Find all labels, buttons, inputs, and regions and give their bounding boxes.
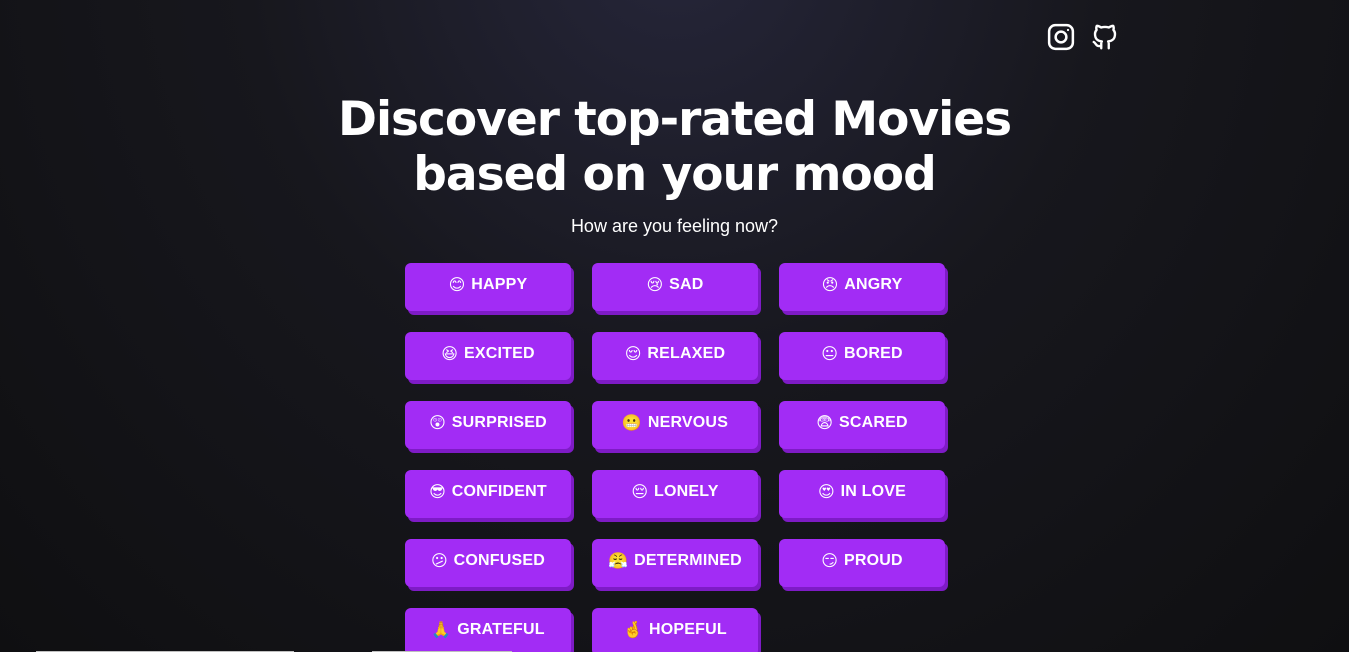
mood-emoji-icon: 🤞 (623, 620, 644, 639)
mood-emoji-icon: 😐 (821, 344, 838, 363)
mood-button-scared[interactable]: 😨 SCARED (779, 401, 945, 449)
mood-emoji-icon: 😊 (448, 275, 466, 294)
mood-label: SURPRISED (451, 414, 547, 431)
instagram-icon (1047, 23, 1075, 51)
mood-emoji-icon: 😬 (621, 413, 642, 432)
mood-label: PROUD (843, 552, 903, 569)
mood-button-determined[interactable]: 😤 DETERMINED (592, 539, 758, 587)
mood-button-grateful[interactable]: 🙏 GRATEFUL (405, 608, 571, 652)
mood-label: IN LOVE (840, 483, 907, 500)
mood-button-nervous[interactable]: 😬 NERVOUS (592, 401, 758, 449)
mood-label: ANGRY (844, 276, 903, 293)
mood-label: NERVOUS (647, 414, 729, 431)
mood-label: HOPEFUL (649, 621, 727, 638)
instagram-link[interactable] (1046, 22, 1076, 52)
mood-label: DETERMINED (634, 552, 742, 569)
mood-label: SCARED (838, 414, 908, 431)
mood-button-happy[interactable]: 😊 HAPPY (405, 263, 571, 311)
mood-emoji-icon: 😕 (430, 551, 448, 570)
mood-button-sad[interactable]: 😢 SAD (592, 263, 758, 311)
mood-emoji-icon: 😌 (624, 344, 642, 363)
mood-emoji-icon: 😆 (441, 344, 458, 363)
mood-emoji-icon: 😤 (608, 551, 629, 570)
mood-button-surprised[interactable]: 😲 SURPRISED (405, 401, 571, 449)
mood-button-excited[interactable]: 😆 EXCITED (405, 332, 571, 380)
mood-emoji-icon: 😍 (817, 482, 835, 501)
mood-label: EXCITED (463, 345, 535, 362)
github-link[interactable] (1090, 22, 1120, 52)
mood-emoji-icon: 😲 (429, 413, 446, 432)
social-links (1046, 22, 1120, 52)
mood-button-in-love[interactable]: 😍 IN LOVE (779, 470, 945, 518)
mood-label: RELAXED (647, 345, 726, 362)
mood-button-lonely[interactable]: 😔 LONELY (592, 470, 758, 518)
mood-label: CONFIDENT (451, 483, 547, 500)
page-title-line-1: Discover top-rated Movies (337, 92, 1012, 147)
mood-button-angry[interactable]: 😠 ANGRY (779, 263, 945, 311)
mood-emoji-icon: 😢 (646, 275, 664, 294)
mood-label: BORED (843, 345, 903, 362)
mood-button-hopeful[interactable]: 🤞 HOPEFUL (592, 608, 758, 652)
mood-button-relaxed[interactable]: 😌 RELAXED (592, 332, 758, 380)
mood-label: LONELY (654, 483, 719, 500)
mood-label: HAPPY (471, 276, 528, 293)
mood-emoji-icon: 😨 (816, 413, 833, 432)
mood-label: GRATEFUL (457, 621, 545, 638)
mood-grid: 😊 HAPPY 😢 SAD 😠 ANGRY 😆 EXCITED 😌 RELAXED 😐 BORED 😲 S… (405, 263, 945, 652)
mood-emoji-icon: 🙏 (431, 620, 452, 639)
mood-emoji-icon: 😔 (631, 482, 649, 501)
mood-emoji-icon: 😏 (821, 551, 838, 570)
page-title-line-2: based on your mood (413, 147, 936, 202)
mood-button-bored[interactable]: 😐 BORED (779, 332, 945, 380)
github-icon (1092, 24, 1117, 50)
mood-label: CONFUSED (453, 552, 546, 569)
page-subtitle: How are you feeling now? (570, 216, 779, 236)
mood-emoji-icon: 😎 (429, 482, 446, 501)
mood-button-confident[interactable]: 😎 CONFIDENT (405, 470, 571, 518)
mood-button-proud[interactable]: 😏 PROUD (779, 539, 945, 587)
mood-button-confused[interactable]: 😕 CONFUSED (405, 539, 571, 587)
page-title: Discover top-rated Movies based on your … (0, 92, 1349, 202)
mood-emoji-icon: 😠 (821, 275, 839, 294)
mood-label: SAD (669, 276, 704, 293)
